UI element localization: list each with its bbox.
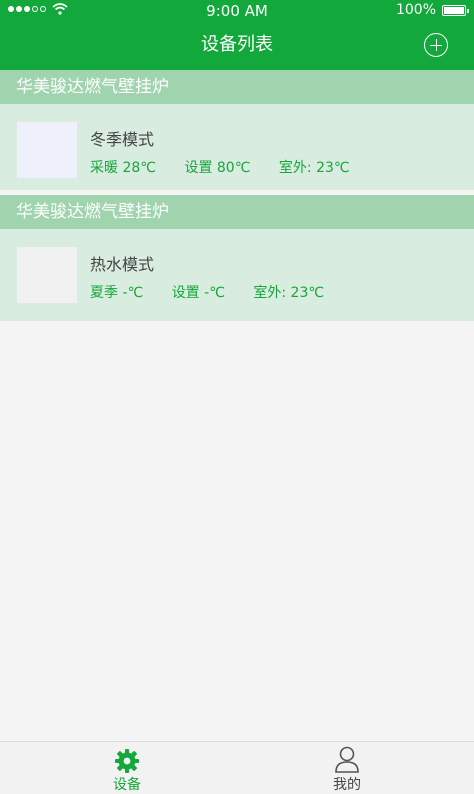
battery-text: 100% — [395, 2, 436, 18]
device-meta: 采暖 28℃ 设置 80℃ 室外: 23℃ — [90, 157, 350, 177]
heating-temp: 采暖 28℃ — [90, 160, 156, 176]
device-thumbnail — [17, 247, 77, 303]
person-icon — [335, 746, 359, 773]
tab-devices[interactable]: 设备 — [67, 742, 187, 794]
device-card[interactable]: 热水模式 夏季 -℃ 设置 -℃ 室外: 23℃ — [0, 229, 474, 321]
status-bar: 9:00 AM 100% — [0, 0, 474, 22]
battery-icon — [442, 4, 469, 16]
top-bar: 9:00 AM 100% 设备列表 — [0, 0, 474, 70]
outdoor-temp: 室外: 23℃ — [278, 160, 350, 176]
add-device-button[interactable] — [424, 33, 448, 57]
outdoor-temp: 室外: 23℃ — [253, 285, 325, 301]
device-group-header: 华美骏达燃气壁挂炉 — [0, 195, 474, 229]
set-temp: 设置 80℃ — [184, 160, 251, 176]
device-meta: 夏季 -℃ 设置 -℃ 室外: 23℃ — [90, 282, 324, 302]
battery-area: 100% — [395, 2, 469, 18]
set-temp: 设置 -℃ — [171, 285, 225, 301]
device-group-header: 华美骏达燃气壁挂炉 — [0, 70, 474, 104]
page-title: 设备列表 — [201, 34, 273, 55]
summer-temp: 夏季 -℃ — [90, 285, 144, 301]
device-card[interactable]: 冬季模式 采暖 28℃ 设置 80℃ 室外: 23℃ — [0, 104, 474, 190]
tab-bar: 设备 我的 — [0, 741, 474, 794]
tab-me-label: 我的 — [333, 777, 361, 793]
tab-devices-label: 设备 — [113, 777, 141, 793]
device-thumbnail — [17, 122, 77, 178]
gear-icon — [115, 749, 139, 773]
device-mode: 冬季模式 — [90, 130, 155, 149]
tab-me[interactable]: 我的 — [287, 742, 407, 794]
device-mode: 热水模式 — [90, 255, 155, 274]
